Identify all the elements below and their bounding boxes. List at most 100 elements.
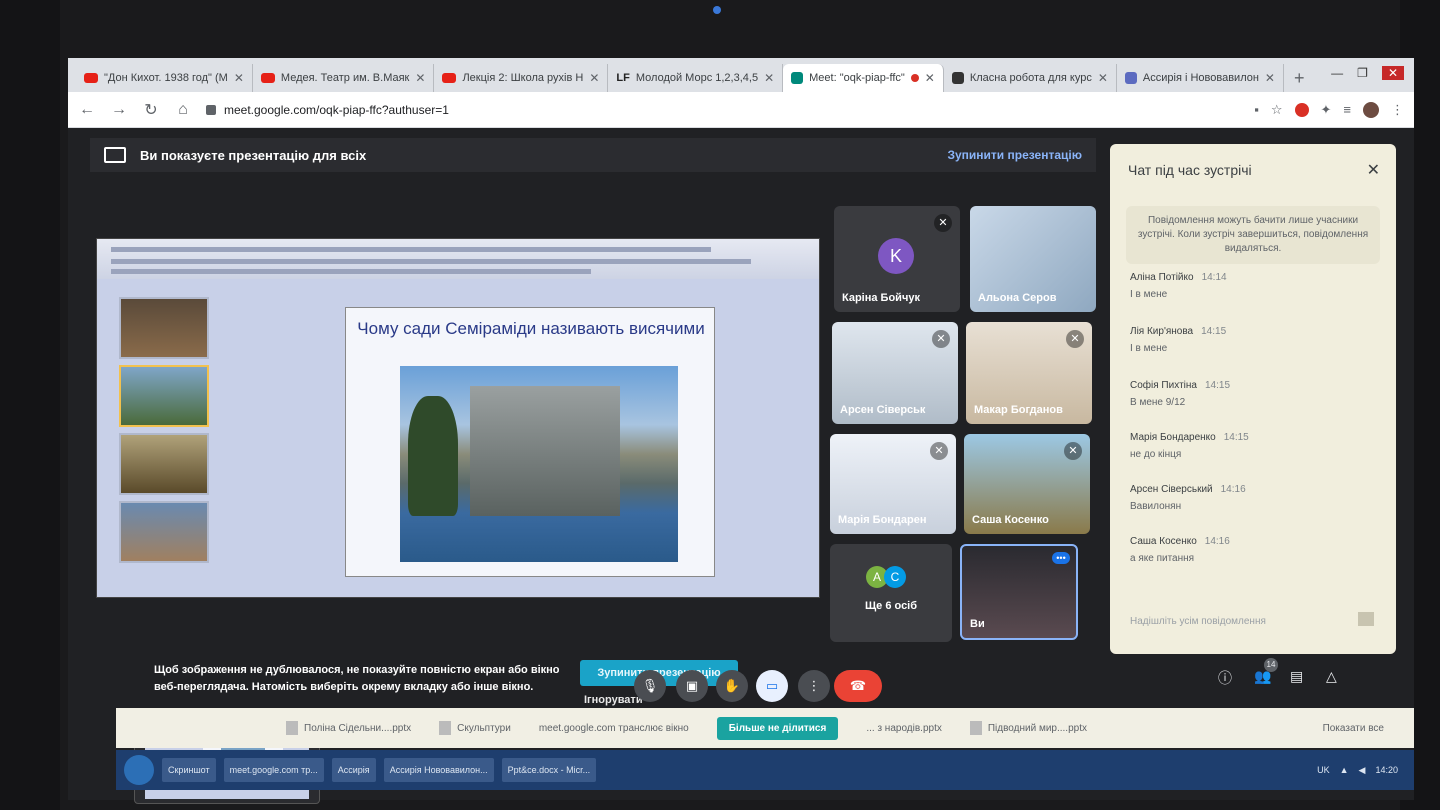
start-button-icon[interactable] [124,755,154,785]
clock[interactable]: 14:20 [1375,765,1398,775]
message-text: не до кінця [1130,449,1182,460]
self-view-tile[interactable]: ••• Ви [960,544,1078,640]
close-tab-icon[interactable]: ✕ [764,71,774,85]
close-tab-icon[interactable]: ✕ [234,71,244,85]
more-options-icon[interactable]: ••• [1052,552,1070,564]
tab[interactable]: LF Молодой Морс 1,2,3,4,5 ✕ [608,64,784,92]
chat-message: Аліна Потійко 14:14 І в мене [1130,272,1370,300]
reload-icon[interactable]: ↻ [142,100,160,120]
extension-red-icon[interactable] [1294,102,1309,117]
bookmark-star-icon[interactable]: ☆ [1271,102,1283,118]
minimize-icon[interactable]: — [1331,66,1343,80]
close-window-icon[interactable]: ✕ [1381,66,1404,80]
home-icon[interactable]: ⌂ [174,101,192,119]
slide-thumbnails [107,291,217,581]
taskbar-item[interactable]: Скриншот [162,758,216,782]
mic-off-icon: ✕ [1064,442,1082,460]
taskbar-item[interactable]: Ppt&ce.docx - Micr... [501,758,597,782]
message-time: 14:15 [1223,432,1249,443]
send-icon[interactable] [1358,612,1374,626]
chat-icon[interactable]: ▤ [1290,668,1303,685]
close-tab-icon[interactable]: ✕ [1265,71,1275,85]
stop-presenting-link[interactable]: Зупинити презентацію [947,148,1082,162]
message-text: а яке питання [1130,553,1195,564]
current-slide: Чому сади Семіраміди називають висячими [345,307,715,577]
end-call-icon[interactable]: ☎ [834,670,882,702]
tab-title: Лекція 2: Школа рухів Н [462,72,584,84]
download-item[interactable]: Поліна Сідельни....pptx [286,721,411,735]
message-text: В мене 9/12 [1130,397,1186,408]
network-icon[interactable]: ▲ [1340,765,1349,775]
camera-icon[interactable]: ▣ [676,670,708,702]
maximize-icon[interactable]: ❐ [1357,66,1368,80]
more-icon[interactable]: ⋮ [798,670,830,702]
slide-thumbnail[interactable] [119,433,209,495]
message-sender: Лія Кир'янова [1130,326,1194,337]
chat-input[interactable]: Надішліть усім повідомлення [1130,616,1266,627]
close-tab-icon[interactable]: ✕ [925,71,935,85]
webcam-light [713,6,721,14]
new-tab-button[interactable]: + [1284,64,1315,92]
hanging-gardens-picture [400,366,678,562]
download-item[interactable]: Скульптури [439,721,511,735]
system-tray: UK ▲ ◀ 14:20 [1317,765,1398,776]
message-sender: Саша Косенко [1130,536,1197,547]
mic-off-icon: ✕ [930,442,948,460]
forward-icon[interactable]: → [110,101,128,119]
activities-icon[interactable]: △ [1326,668,1337,685]
close-tab-icon[interactable]: ✕ [415,71,425,85]
reading-list-icon[interactable]: ≡ [1343,102,1351,117]
taskbar-item[interactable]: Ассирія [331,758,376,782]
url-text: meet.google.com/oqk-piap-ffc?authuser=1 [224,102,449,117]
people-icon[interactable]: 👥 14 [1254,658,1278,685]
download-name: Поліна Сідельни....pptx [304,722,412,734]
show-all-downloads[interactable]: Показати все [1323,723,1384,734]
tab-title: Молодой Морс 1,2,3,4,5 [635,72,759,84]
profile-avatar-icon[interactable] [1363,101,1379,118]
taskbar-item[interactable]: Ассирія Нововавилон... [383,758,494,782]
participant-tile[interactable]: K ✕ Каріна Бойчук [834,206,960,312]
info-icon[interactable]: ⓘ [1218,668,1232,688]
message-time: 14:16 [1204,536,1230,547]
download-item[interactable]: Підводний мир....pptx [969,721,1087,735]
puzzle-icon[interactable]: ✦ [1321,102,1332,118]
tab[interactable]: Ассирія і Нововавилон ✕ [1117,64,1284,92]
mic-icon[interactable]: 🎙 [634,670,666,702]
window-controls: — ❐ ✕ [1331,66,1404,80]
back-icon[interactable]: ← [78,101,96,119]
tab-active[interactable]: Meet: "oqk-piap-ffc" ✕ [783,64,944,92]
camera-permission-icon[interactable]: ▪ [1254,102,1259,117]
download-name: ... з народів.pptx [866,722,942,734]
menu-kebab-icon[interactable]: ⋮ [1391,102,1404,118]
participant-name: Каріна Бойчук [842,292,920,304]
tab[interactable]: Лекція 2: Школа рухів Н ✕ [434,64,609,92]
volume-icon[interactable]: ◀ [1359,765,1366,776]
present-icon[interactable]: ▭ [756,670,788,702]
participant-tile[interactable]: Альона Серов [970,206,1096,312]
tab[interactable]: Медея. Театр им. В.Маяк ✕ [253,64,435,92]
language-indicator[interactable]: UK [1317,765,1330,775]
download-item[interactable]: ... з народів.pptx [866,723,942,734]
close-tab-icon[interactable]: ✕ [589,71,599,85]
message-sender: Марія Бондаренко [1130,432,1216,443]
participant-tile[interactable]: ✕ Макар Богданов [966,322,1092,424]
participant-tile[interactable]: ✕ Арсен Сіверськ [832,322,958,424]
ignore-button[interactable]: Ігнорувати [584,694,643,706]
more-participants-tile[interactable]: A C Ще 6 осіб [830,544,952,642]
address-bar[interactable]: meet.google.com/oqk-piap-ffc?authuser=1 [206,103,1240,117]
participant-tile[interactable]: ✕ Саша Косенко [964,434,1090,534]
slide-thumbnail-selected[interactable] [119,365,209,427]
powerpoint-ribbon [97,239,819,279]
taskbar-item[interactable]: meet.google.com тр... [223,758,324,782]
participant-tile[interactable]: ✕ Марія Бондарен [830,434,956,534]
close-icon[interactable]: ✕ [1367,160,1380,180]
slide-thumbnail[interactable] [119,501,209,563]
tab[interactable]: Класна робота для курс ✕ [944,64,1117,92]
doc-icon [1124,72,1137,84]
raise-hand-icon[interactable]: ✋ [716,670,748,702]
close-tab-icon[interactable]: ✕ [1098,71,1108,85]
slide-thumbnail[interactable] [119,297,209,359]
message-time: 14:14 [1201,272,1227,283]
stop-sharing-button[interactable]: Більше не ділитися [716,716,839,740]
tab[interactable]: "Дон Кихот. 1938 год" (М ✕ [76,64,253,92]
